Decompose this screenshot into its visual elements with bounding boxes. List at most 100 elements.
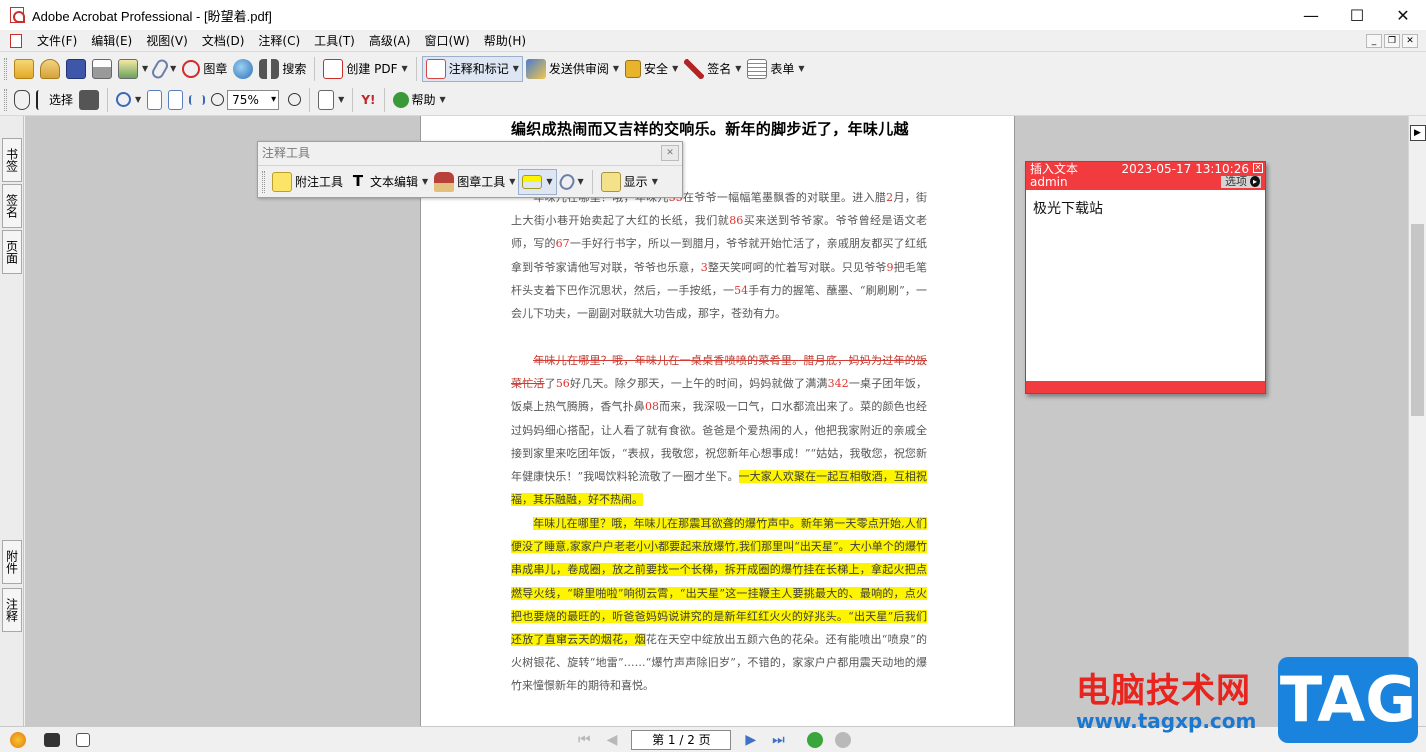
zoom-in-button[interactable] — [285, 87, 304, 113]
text-cursor-icon — [36, 89, 46, 110]
open-button[interactable] — [11, 56, 37, 82]
save-disk-icon — [66, 58, 86, 79]
attach-button[interactable]: ▼ — [149, 56, 179, 82]
monitor-icon[interactable] — [44, 732, 60, 747]
toolbar-grip[interactable] — [262, 170, 265, 193]
next-page-button[interactable]: ▶ — [745, 732, 756, 748]
fit-page-icon — [168, 89, 184, 110]
snapshot-button[interactable] — [76, 87, 102, 113]
save-button[interactable] — [63, 56, 89, 82]
menu-file[interactable]: 文件(F) — [30, 31, 84, 51]
show-button[interactable]: 显示 ▼ — [598, 169, 661, 195]
email-button[interactable]: ▼ — [115, 56, 151, 82]
close-button[interactable]: ✕ — [1380, 0, 1426, 30]
previous-page-button[interactable]: ◀ — [607, 732, 618, 748]
stamp-button[interactable]: 图章 — [179, 56, 230, 82]
menu-view[interactable]: 视图(V) — [139, 31, 195, 51]
page-number-input[interactable]: 第 1 / 2 页 — [631, 729, 732, 750]
tab-comments[interactable]: 注释 — [2, 588, 22, 632]
rotate-view-button[interactable]: ▼ — [315, 87, 347, 113]
inserted-number: 54 — [734, 283, 749, 297]
document-window-controls: _ ❐ ✕ — [1366, 33, 1418, 48]
sun-icon[interactable] — [10, 731, 26, 748]
yahoo-search-button[interactable]: Y! — [358, 87, 378, 113]
zoom-tool-button[interactable]: ▼ — [113, 87, 144, 113]
toolbar-grip[interactable] — [4, 88, 7, 111]
page-heading: 编织成热闹而又吉祥的交响乐。新年的脚步近了，年味儿越 — [511, 120, 909, 138]
create-pdf-button[interactable]: 创建 PDF ▼ — [320, 56, 410, 82]
comment-markup-button[interactable]: 注释和标记 ▼ — [421, 55, 523, 82]
page-icon — [147, 89, 163, 110]
menu-window[interactable]: 窗口(W) — [417, 31, 476, 51]
scrollbar-thumb[interactable] — [1411, 224, 1424, 416]
select-tool-button[interactable]: 选择 — [33, 87, 76, 113]
tab-attachments[interactable]: 附件 — [2, 540, 22, 584]
search-button[interactable]: 搜索 — [256, 56, 309, 82]
zoom-out-button[interactable] — [208, 87, 227, 113]
fit-page-button[interactable] — [165, 87, 186, 113]
page-layout-icon[interactable] — [76, 732, 90, 747]
annotation-toolbar-title[interactable]: 注释工具 — [258, 142, 682, 165]
comment-close-icon[interactable]: ✕ — [1253, 163, 1263, 173]
doc-close-button[interactable]: ✕ — [1402, 33, 1418, 48]
menu-help[interactable]: 帮助(H) — [477, 31, 533, 51]
menu-advanced[interactable]: 高级(A) — [362, 31, 418, 51]
pdf-page[interactable]: 编织成热闹而又吉祥的交响乐。新年的脚步近了，年味儿越 年味儿在哪里？哦，年味儿5… — [420, 116, 1015, 726]
sign-button[interactable]: 签名 ▼ — [681, 56, 744, 82]
organizer-button[interactable] — [37, 56, 63, 82]
note-tool-button[interactable]: 附注工具 — [269, 169, 346, 195]
attach-icon — [556, 171, 577, 192]
menu-document[interactable]: 文档(D) — [195, 31, 252, 51]
web-button[interactable] — [230, 56, 256, 82]
inserted-number: 9 — [886, 260, 894, 274]
maximize-button[interactable]: ☐ — [1334, 0, 1380, 30]
go-back-icon[interactable] — [806, 731, 823, 748]
last-page-button[interactable]: ⏭ — [772, 732, 785, 748]
forms-button[interactable]: 表单 ▼ — [744, 56, 807, 82]
doc-restore-button[interactable]: ❐ — [1384, 33, 1400, 48]
actual-size-button[interactable] — [144, 87, 165, 113]
menu-comments[interactable]: 注释(C) — [251, 31, 307, 51]
hand-tool-button[interactable] — [11, 87, 33, 113]
print-button[interactable] — [89, 56, 115, 82]
text-edit-button[interactable]: T 文本编辑 ▼ — [346, 169, 431, 195]
comment-options-button[interactable]: 选项 — [1221, 176, 1261, 188]
tab-signatures[interactable]: 签名 — [2, 184, 22, 228]
comment-popup-header[interactable]: 插入文本 admin 2023-05-17 13:10:26 ✕ 选项 — [1026, 162, 1265, 190]
send-review-label: 发送供审阅 — [548, 62, 609, 76]
search-label: 搜索 — [282, 62, 307, 76]
scroll-arrow-icon[interactable]: ▶ — [1409, 125, 1426, 141]
stamp-icon — [434, 171, 455, 192]
annotation-toolbar-close-button[interactable]: ✕ — [661, 145, 679, 161]
help-button[interactable]: 帮助 ▼ — [390, 87, 449, 113]
highlight-tool-button[interactable]: ▼ — [518, 168, 557, 195]
toolbar-separator — [383, 87, 385, 112]
tab-pages[interactable]: 页面 — [2, 230, 22, 274]
menu-tools[interactable]: 工具(T) — [307, 31, 362, 51]
email-icon — [118, 58, 138, 79]
toolbar-grip[interactable] — [4, 57, 7, 80]
highlighted-text[interactable]: 年味儿在哪里？哦，年味儿在那震耳欲聋的爆竹声中。新年第一天零点开始,人们便没了睡… — [511, 517, 927, 647]
minimize-button[interactable]: — — [1288, 0, 1334, 30]
forms-label: 表单 — [770, 62, 795, 76]
comment-text[interactable]: 极光下载站 — [1026, 190, 1265, 226]
send-review-button[interactable]: 发送供审阅 ▼ — [523, 56, 622, 82]
tab-bookmarks[interactable]: 书签 — [2, 138, 22, 182]
stamp-seal-icon — [182, 59, 201, 78]
fit-width-button[interactable] — [186, 87, 208, 113]
doc-minimize-button[interactable]: _ — [1366, 33, 1382, 48]
go-forward-icon[interactable] — [834, 731, 851, 748]
show-comments-icon — [600, 171, 621, 192]
help-label: 帮助 — [411, 93, 436, 107]
highlighter-icon — [522, 174, 543, 189]
security-button[interactable]: 安全 ▼ — [622, 56, 681, 82]
document-menu-icon[interactable] — [10, 33, 22, 48]
toolbar-separator — [352, 87, 354, 112]
comment-popup[interactable]: 插入文本 admin 2023-05-17 13:10:26 ✕ 选项 极光下载… — [1025, 161, 1266, 394]
stamp-tool-button[interactable]: 图章工具 ▼ — [431, 169, 518, 195]
attach-file-button[interactable]: ▼ — [556, 169, 587, 195]
first-page-button[interactable]: ⏮ — [578, 732, 591, 748]
menu-edit[interactable]: 编辑(E) — [84, 31, 139, 51]
zoom-level-input[interactable]: 75% — [227, 89, 280, 110]
vertical-scrollbar[interactable]: ▶ — [1408, 116, 1426, 726]
